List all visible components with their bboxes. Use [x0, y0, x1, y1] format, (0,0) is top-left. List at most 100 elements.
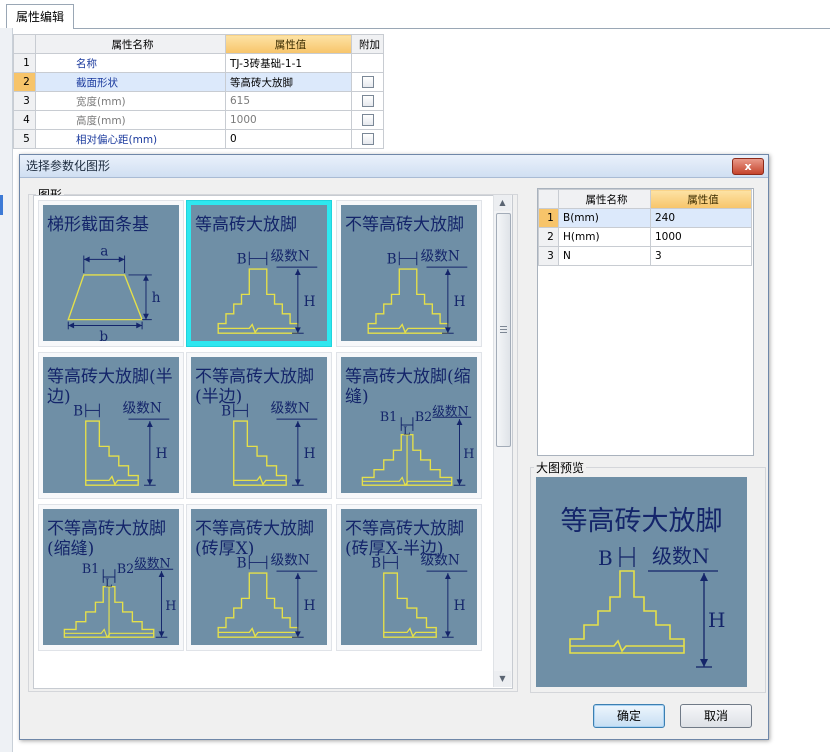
row-number: 3 — [538, 246, 559, 266]
table-row[interactable]: 5 相对偏心距(mm) 0 — [13, 129, 384, 149]
extra-checkbox[interactable] — [361, 76, 374, 88]
shape-label-n: 级数N — [271, 400, 310, 416]
shape-drawing: a h b — [67, 244, 161, 341]
parameter-grid-panel: 属性名称 属性值 1 B(mm) 240 2 H(mm) 1000 3 N 3 — [537, 188, 754, 456]
shape-label-b: B — [73, 403, 83, 419]
ok-button[interactable]: 确定 — [593, 704, 665, 728]
shape-tile[interactable]: 不等高砖大放脚(砖厚X) B 级数N H — [186, 504, 332, 651]
table-row[interactable]: 1 名称 TJ-3砖基础-1-1 — [13, 53, 384, 73]
shape-label-b: b — [99, 329, 108, 341]
shape-label-h: h — [152, 290, 161, 306]
side-marker — [0, 195, 3, 215]
shape-label-b: B — [221, 403, 231, 419]
property-name: 高度(mm) — [35, 110, 226, 130]
shape-label-n: 级数N — [432, 403, 468, 418]
shape-label-h: H — [165, 598, 176, 613]
shape-tile[interactable]: 不等高砖大放脚 B 级数N H — [336, 200, 482, 347]
header-extra: 附加 — [351, 34, 384, 54]
shape-tile[interactable]: 不等高砖大放脚(半边) B 级数N H — [186, 352, 332, 499]
property-value[interactable]: TJ-3砖基础-1-1 — [225, 53, 352, 73]
dialog-titlebar: 选择参数化图形 x — [20, 155, 768, 178]
property-value[interactable]: 615 — [225, 91, 352, 111]
shape-label-h: H — [304, 598, 316, 614]
header-name: 属性名称 — [558, 189, 651, 209]
param-name: B(mm) — [558, 208, 651, 228]
tab-property-edit[interactable]: 属性编辑 — [6, 4, 74, 29]
shape-image: 等高砖大放脚(半边) B 级数N H — [43, 357, 179, 493]
shape-label-b1: B1 — [82, 561, 99, 576]
shape-image: 不等高砖大放脚(砖厚X-半边) B 级数N H — [341, 509, 477, 645]
shape-label-b2: B2 — [415, 409, 432, 424]
shape-drawing: B1 B2 L 级数N H — [63, 555, 176, 639]
property-value[interactable]: 1000 — [225, 110, 352, 130]
gallery-scrollbar[interactable]: ▲ ▼ — [493, 195, 512, 687]
table-row[interactable]: 1 B(mm) 240 — [538, 208, 752, 228]
extra-cell — [351, 53, 384, 73]
shape-drawing: B 级数N H — [217, 552, 318, 638]
shape-label-a: a — [100, 244, 108, 260]
property-name: 宽度(mm) — [35, 91, 226, 111]
shape-label-h: H — [454, 294, 466, 310]
shape-tile[interactable]: 等高砖大放脚 B 级数N H — [186, 200, 332, 347]
header-value: 属性值 — [225, 34, 352, 54]
shape-drawing: B 级数N H — [73, 400, 170, 486]
property-value[interactable]: 0 — [225, 129, 352, 149]
shape-drawing: B1 B2 L 级数N H — [361, 403, 474, 487]
property-name: 截面形状 — [35, 72, 226, 92]
property-value[interactable]: 等高砖大放脚 — [225, 72, 352, 92]
shape-image: 等高砖大放脚(缩缝) B1 B2 L 级数N H — [341, 357, 477, 493]
shape-label-b: B — [237, 555, 247, 571]
select-shape-dialog: 选择参数化图形 x 图形 梯形截面条基ahb等高砖大放脚B级数NH不等高砖大放脚… — [19, 154, 769, 740]
shape-tile[interactable]: 梯形截面条基 a h b — [38, 200, 184, 347]
shape-label-b: B — [237, 251, 247, 267]
preview-label-n: 级数N — [652, 544, 710, 568]
shape-label-n: 级数N — [271, 248, 310, 264]
close-icon: x — [744, 160, 752, 173]
extra-checkbox[interactable] — [361, 95, 374, 107]
close-button[interactable]: x — [732, 158, 764, 175]
tab-bar — [0, 0, 830, 29]
row-number: 2 — [13, 72, 36, 92]
shape-label-b: B — [387, 251, 397, 267]
row-number: 5 — [13, 129, 36, 149]
preview-drawing: B 级数N H — [569, 544, 725, 668]
shape-label-b: B — [371, 555, 381, 571]
shape-label-n: 级数N — [123, 400, 162, 416]
scroll-up-icon[interactable]: ▲ — [494, 195, 511, 211]
param-value[interactable]: 1000 — [650, 227, 752, 247]
shape-label-b2: B2 — [117, 561, 134, 576]
row-number: 3 — [13, 91, 36, 111]
shape-image: 不等高砖大放脚 B 级数N H — [341, 205, 477, 341]
extra-checkbox[interactable] — [361, 114, 374, 126]
extra-checkbox[interactable] — [361, 133, 374, 145]
table-row[interactable]: 3 N 3 — [538, 246, 752, 266]
scroll-down-icon[interactable]: ▼ — [494, 671, 511, 687]
preview-group-label: 大图预览 — [534, 459, 587, 476]
param-name: H(mm) — [558, 227, 651, 247]
extra-cell — [351, 129, 384, 149]
scroll-thumb[interactable] — [496, 213, 511, 447]
shape-label-l: L — [105, 577, 112, 590]
shape-tile[interactable]: 不等高砖大放脚(砖厚X-半边) B 级数N H — [336, 504, 482, 651]
param-value[interactable]: 3 — [650, 246, 752, 266]
preview-label-b: B — [598, 546, 613, 570]
corner-cell — [538, 189, 559, 209]
shape-image: 不等高砖大放脚(半边) B 级数N H — [191, 357, 327, 493]
cancel-button[interactable]: 取消 — [680, 704, 752, 728]
table-row[interactable]: 2 H(mm) 1000 — [538, 227, 752, 247]
shape-label-l: L — [403, 425, 410, 438]
corner-cell — [13, 34, 36, 54]
shape-tile[interactable]: 等高砖大放脚(缩缝) B1 B2 L 级数N H — [336, 352, 482, 499]
shape-label-b1: B1 — [380, 409, 397, 424]
table-row[interactable]: 2 截面形状 等高砖大放脚 — [13, 72, 384, 92]
table-row[interactable]: 4 高度(mm) 1000 — [13, 110, 384, 130]
shape-tile[interactable]: 等高砖大放脚(半边) B 级数N H — [38, 352, 184, 499]
row-number: 1 — [13, 53, 36, 73]
param-value[interactable]: 240 — [650, 208, 752, 228]
table-row[interactable]: 3 宽度(mm) 615 — [13, 91, 384, 111]
row-number: 4 — [13, 110, 36, 130]
shape-label-h: H — [304, 446, 316, 462]
shape-drawing: B 级数N H — [367, 248, 468, 334]
shape-tile[interactable]: 不等高砖大放脚(缩缝) B1 B2 L 级数N H — [38, 504, 184, 651]
shape-image: 不等高砖大放脚(砖厚X) B 级数N H — [191, 509, 327, 645]
